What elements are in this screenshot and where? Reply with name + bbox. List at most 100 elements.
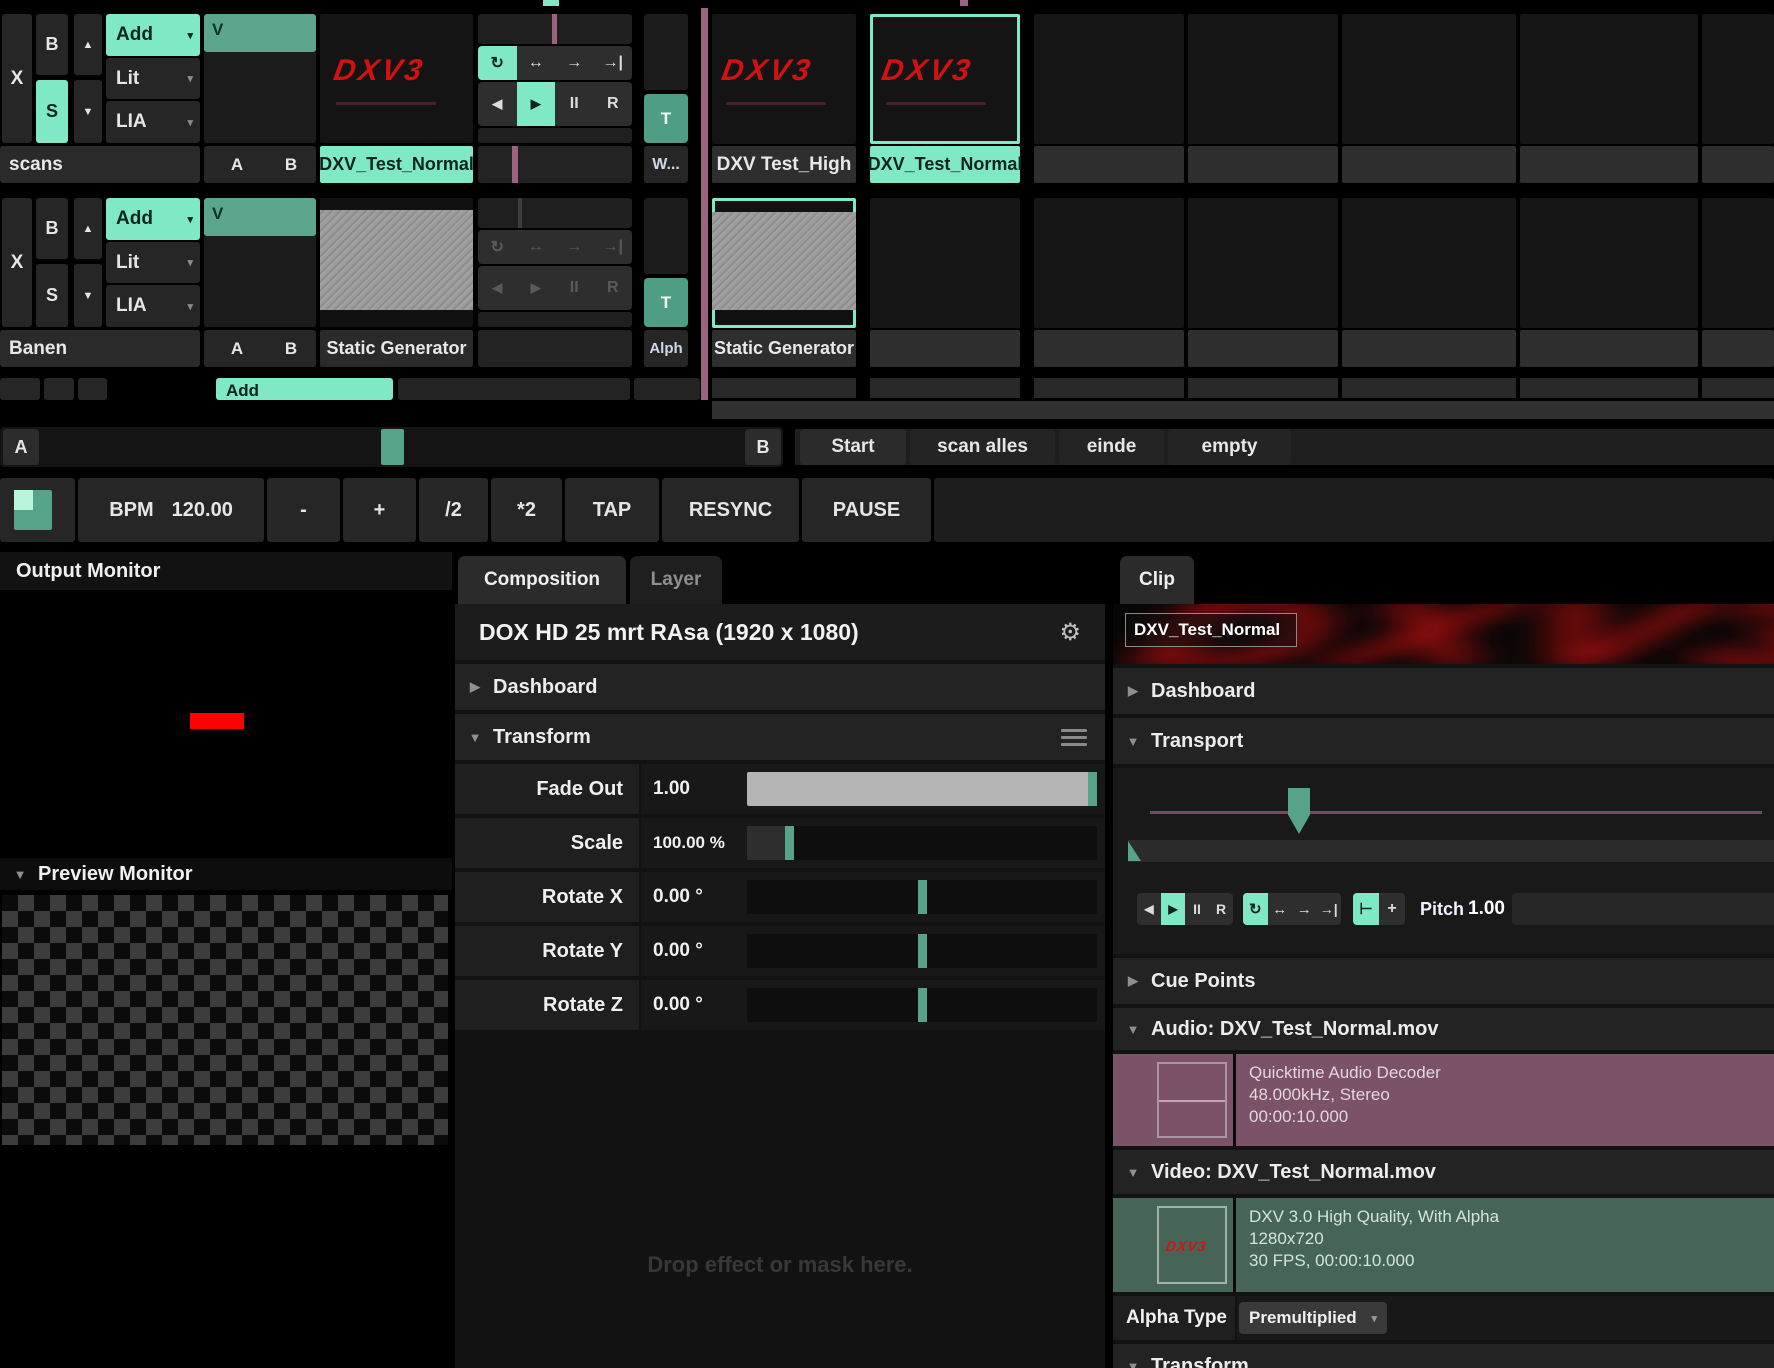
layer2-clip-name[interactable]: Static Generator [320, 330, 473, 367]
rotatey-slider[interactable] [747, 934, 1097, 968]
param-value[interactable]: 100.00 % [641, 833, 747, 853]
empty-clip-slot[interactable] [1342, 198, 1516, 328]
clip-inout-bar[interactable] [1128, 840, 1774, 862]
partial-layer-blend[interactable]: Add [216, 378, 393, 400]
empty-clip-slot[interactable] [1702, 198, 1774, 328]
play-hold-icon[interactable]: →| [594, 46, 633, 80]
layer1-t-button[interactable]: T [644, 94, 688, 143]
layer1-playhead-strip[interactable] [478, 14, 632, 44]
bpm-minus-button[interactable]: - [267, 478, 340, 542]
layer2-video-fader[interactable]: V [204, 198, 316, 327]
bpm-pause-button[interactable]: PAUSE [802, 478, 931, 542]
layer1-w-button[interactable]: W... [644, 146, 688, 183]
play-once-icon[interactable]: → [555, 46, 594, 80]
empty-clip-slot[interactable] [1188, 198, 1338, 328]
empty-clip-label[interactable] [1188, 146, 1338, 183]
clip-static-generator-label[interactable]: Static Generator [712, 330, 856, 367]
crossfader-handle[interactable] [381, 429, 404, 465]
clip-transport-header[interactable]: ▼ Transport [1113, 718, 1774, 764]
composition-transform-header[interactable]: ▼ Transform [455, 714, 1105, 760]
alpha-type-dropdown[interactable]: Premultiplied ▾ [1239, 1302, 1387, 1334]
empty-clip-label[interactable] [870, 330, 1020, 367]
play-forward-icon[interactable]: ▶ [1161, 893, 1185, 925]
clip-video-header[interactable]: ▼ Video: DXV_Test_Normal.mov [1113, 1150, 1774, 1194]
empty-clip-slot[interactable] [1342, 14, 1516, 144]
layer1-b-button[interactable]: B [276, 146, 306, 183]
clip-dxv-test-normal-thumb[interactable]: DXV3 [870, 14, 1020, 144]
composition-dashboard-header[interactable]: ▶ Dashboard [455, 664, 1105, 710]
layer2-solo-button[interactable]: S [36, 264, 68, 327]
layer1-up-button[interactable]: ▲ [74, 14, 102, 75]
clip-dxv-test-high-label[interactable]: DXV Test_High [712, 146, 856, 183]
column-header-start[interactable]: Start [800, 429, 906, 465]
play-once-icon[interactable]: → [1292, 893, 1317, 925]
loop-icon[interactable]: ↻ [478, 46, 517, 80]
param-value[interactable]: 0.00 ° [641, 886, 747, 908]
layer1-bypass-button[interactable]: B [36, 14, 68, 75]
crossfader-track[interactable]: A B [0, 427, 783, 467]
random-icon[interactable]: R [1209, 893, 1233, 925]
play-backward-icon[interactable]: ◀ [478, 82, 517, 126]
clip-timeline-track[interactable] [1150, 811, 1762, 814]
loop-icon[interactable]: ↻ [478, 230, 517, 264]
in-point-marker[interactable] [1128, 841, 1141, 861]
empty-clip-label[interactable] [1342, 330, 1516, 367]
rotatex-slider[interactable] [747, 880, 1097, 914]
bpm-double-button[interactable]: *2 [491, 478, 562, 542]
bpm-metronome-cell[interactable] [0, 478, 75, 542]
loop-icon[interactable]: ↻ [1243, 893, 1268, 925]
clip-audio-header[interactable]: ▼ Audio: DXV_Test_Normal.mov [1113, 1008, 1774, 1050]
layer1-clip-position-strip[interactable] [478, 146, 632, 183]
play-backward-icon[interactable]: ◀ [1137, 893, 1161, 925]
layer2-blend3-dropdown[interactable]: LIA▾ [106, 285, 200, 327]
clip-dxv-test-normal-label[interactable]: DXV_Test_Normal [870, 146, 1020, 183]
pitch-slider[interactable] [1512, 893, 1774, 925]
bpm-resync-button[interactable]: RESYNC [662, 478, 799, 542]
empty-clip-label[interactable] [1188, 330, 1338, 367]
empty-clip-slot[interactable] [1034, 14, 1184, 144]
play-backward-icon[interactable]: ◀ [478, 266, 517, 310]
empty-clip-label[interactable] [1520, 146, 1698, 183]
pitch-value[interactable]: 1.00 [1468, 898, 1505, 920]
rotatez-slider[interactable] [747, 988, 1097, 1022]
column-header-einde[interactable]: einde [1059, 429, 1164, 465]
layer1-blend2-dropdown[interactable]: Lit▾ [106, 58, 200, 99]
layer1-blend3-dropdown[interactable]: LIA▾ [106, 101, 200, 143]
layer2-a-button[interactable]: A [222, 330, 252, 367]
play-once-icon[interactable]: → [555, 230, 594, 264]
layer2-down-button[interactable]: ▼ [74, 264, 102, 327]
layer1-clip-name[interactable]: DXV_Test_Normal [320, 146, 473, 183]
effect-drop-zone[interactable]: Drop effect or mask here. [455, 1240, 1105, 1290]
play-hold-icon[interactable]: →| [594, 230, 633, 264]
param-value[interactable]: 1.00 [641, 778, 747, 800]
clip-cuepoints-header[interactable]: ▶ Cue Points [1113, 958, 1774, 1004]
pause-icon[interactable]: II [555, 266, 594, 310]
random-icon[interactable]: R [594, 82, 633, 126]
layer2-x-button[interactable]: X [2, 198, 32, 327]
layer2-up-button[interactable]: ▲ [74, 198, 102, 259]
empty-clip-slot[interactable] [1702, 14, 1774, 144]
clip-name-field[interactable]: DXV_Test_Normal [1125, 613, 1297, 647]
preview-monitor-header[interactable]: ▼ Preview Monitor [0, 858, 452, 890]
tab-layer[interactable]: Layer [630, 556, 722, 604]
bounce-icon[interactable]: ↔ [1268, 893, 1293, 925]
empty-clip-label[interactable] [1702, 146, 1774, 183]
fadeout-slider[interactable] [747, 772, 1097, 806]
layer1-video-fader[interactable]: V [204, 14, 316, 143]
layer2-name[interactable]: Banen [0, 330, 200, 367]
empty-clip-label[interactable] [1702, 330, 1774, 367]
layer1-blend-dropdown[interactable]: Add▾ [106, 14, 200, 56]
free-mode-icon[interactable]: + [1379, 893, 1405, 925]
clip-dashboard-header[interactable]: ▶ Dashboard [1113, 668, 1774, 714]
empty-clip-slot[interactable] [1520, 14, 1698, 144]
layer2-t-button[interactable]: T [644, 278, 688, 327]
layer2-blend-dropdown[interactable]: Add▾ [106, 198, 200, 240]
timeline-mode-icon[interactable]: ⊢ [1353, 893, 1379, 925]
gear-icon[interactable]: ⚙ [1059, 618, 1081, 647]
empty-clip-slot[interactable] [1034, 198, 1184, 328]
crossfader-b-button[interactable]: B [745, 429, 781, 465]
clip-dxv-test-high-thumb[interactable]: DXV3 [712, 14, 856, 144]
layer2-bypass-button[interactable]: B [36, 198, 68, 259]
empty-clip-label[interactable] [1034, 330, 1184, 367]
tab-clip[interactable]: Clip [1120, 556, 1194, 604]
